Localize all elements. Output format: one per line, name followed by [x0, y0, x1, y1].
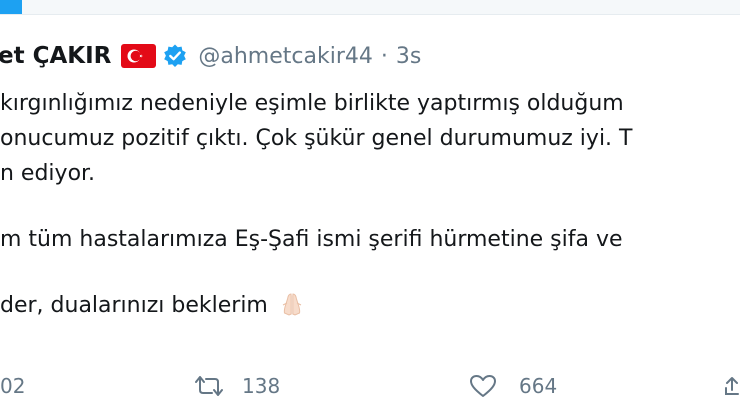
share-action[interactable]	[724, 366, 740, 406]
heart-icon	[468, 373, 498, 399]
like-action[interactable]: 664	[468, 366, 557, 406]
retweet-count: 138	[242, 374, 281, 398]
tweet-header: et ÇAKIR @ahmetcakir44 · 3s	[0, 36, 421, 76]
retweet-icon	[192, 374, 226, 398]
top-bar	[0, 0, 740, 15]
tweet-time[interactable]: 3s	[396, 44, 421, 69]
tweet-actions: 02 138 664	[0, 366, 740, 406]
reply-action[interactable]: 02	[0, 366, 25, 406]
reply-count: 02	[0, 374, 26, 398]
tweet-line: onucumuz pozitif çıktı. Çok şükür genel …	[0, 126, 633, 151]
author-name[interactable]: et ÇAKIR	[0, 43, 111, 69]
share-icon	[724, 374, 740, 398]
retweet-action[interactable]: 138	[192, 366, 280, 406]
top-accent	[0, 0, 22, 14]
tweet-line: m tüm hastalarımıza Eş-Şafi ismi şerifi …	[0, 227, 623, 252]
tweet-text: kırgınlığımız nedeniyle eşimle birlikte …	[0, 86, 740, 323]
verified-badge-icon	[162, 43, 188, 69]
tweet-line: n ediyor.	[0, 161, 96, 186]
tweet-line: kırgınlığımız nedeniyle eşimle birlikte …	[0, 91, 624, 116]
like-count: 664	[519, 374, 558, 398]
separator-dot: ·	[380, 43, 388, 69]
tweet-line-last: der, dualarınızı beklerim	[0, 288, 740, 323]
folded-hands-emoji-icon	[278, 291, 306, 317]
tweet-line-text: der, dualarınızı beklerim	[0, 293, 268, 318]
author-handle[interactable]: @ahmetcakir44	[198, 44, 373, 69]
turkey-flag-icon	[121, 44, 157, 68]
